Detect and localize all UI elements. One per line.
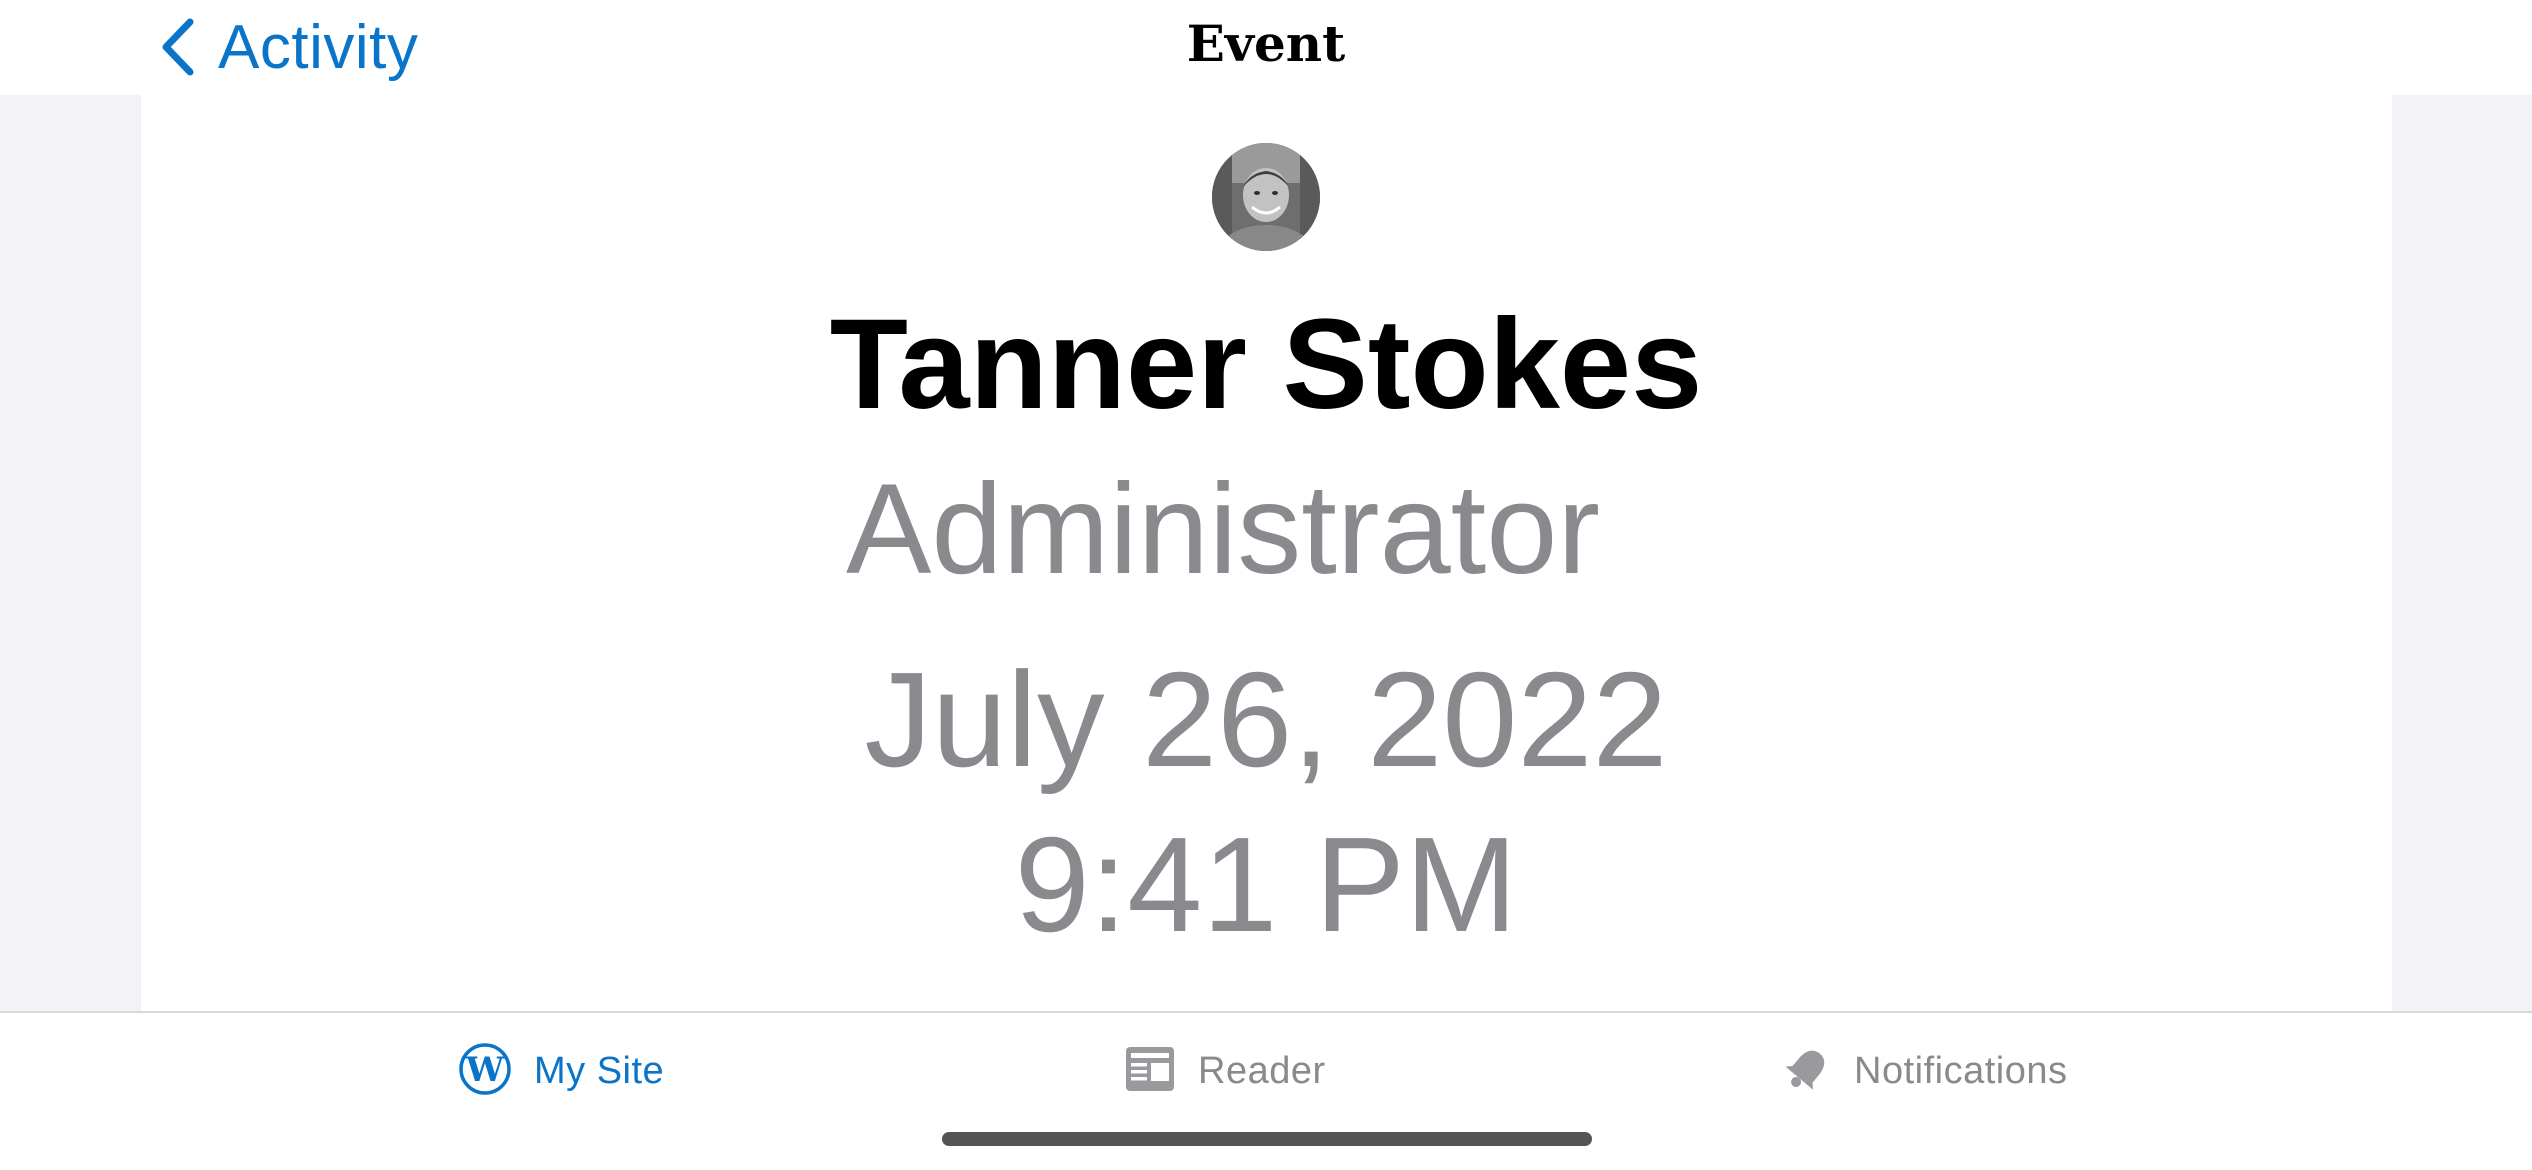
svg-text:W: W [465,1050,505,1090]
page-title: Event [1186,14,1346,73]
wordpress-icon: W [458,1042,512,1101]
event-time: 9:41 PM [1014,809,1518,960]
tab-reader[interactable]: Reader [1124,1033,1326,1109]
event-detail-screen: Activity Event Tanner Stokes Administrat… [0,0,2532,1170]
reader-icon [1124,1045,1176,1098]
navigation-bar: Activity Event [0,0,2532,95]
home-indicator[interactable] [942,1132,1592,1146]
tab-notifications[interactable]: Notifications [1782,1033,2067,1109]
event-date: July 26, 2022 [864,644,1668,795]
bell-icon [1782,1044,1832,1099]
tab-label: My Site [534,1049,665,1092]
tab-my-site[interactable]: W My Site [458,1033,664,1109]
tab-label: Notifications [1854,1049,2068,1092]
tab-bar: W My Site Reader Notifications [0,1011,2532,1170]
user-name: Tanner Stokes [829,293,1703,436]
user-photo [1212,143,1320,251]
avatar[interactable] [1212,143,1320,251]
user-role: Administrator [846,458,1600,601]
tab-label: Reader [1198,1049,1326,1092]
